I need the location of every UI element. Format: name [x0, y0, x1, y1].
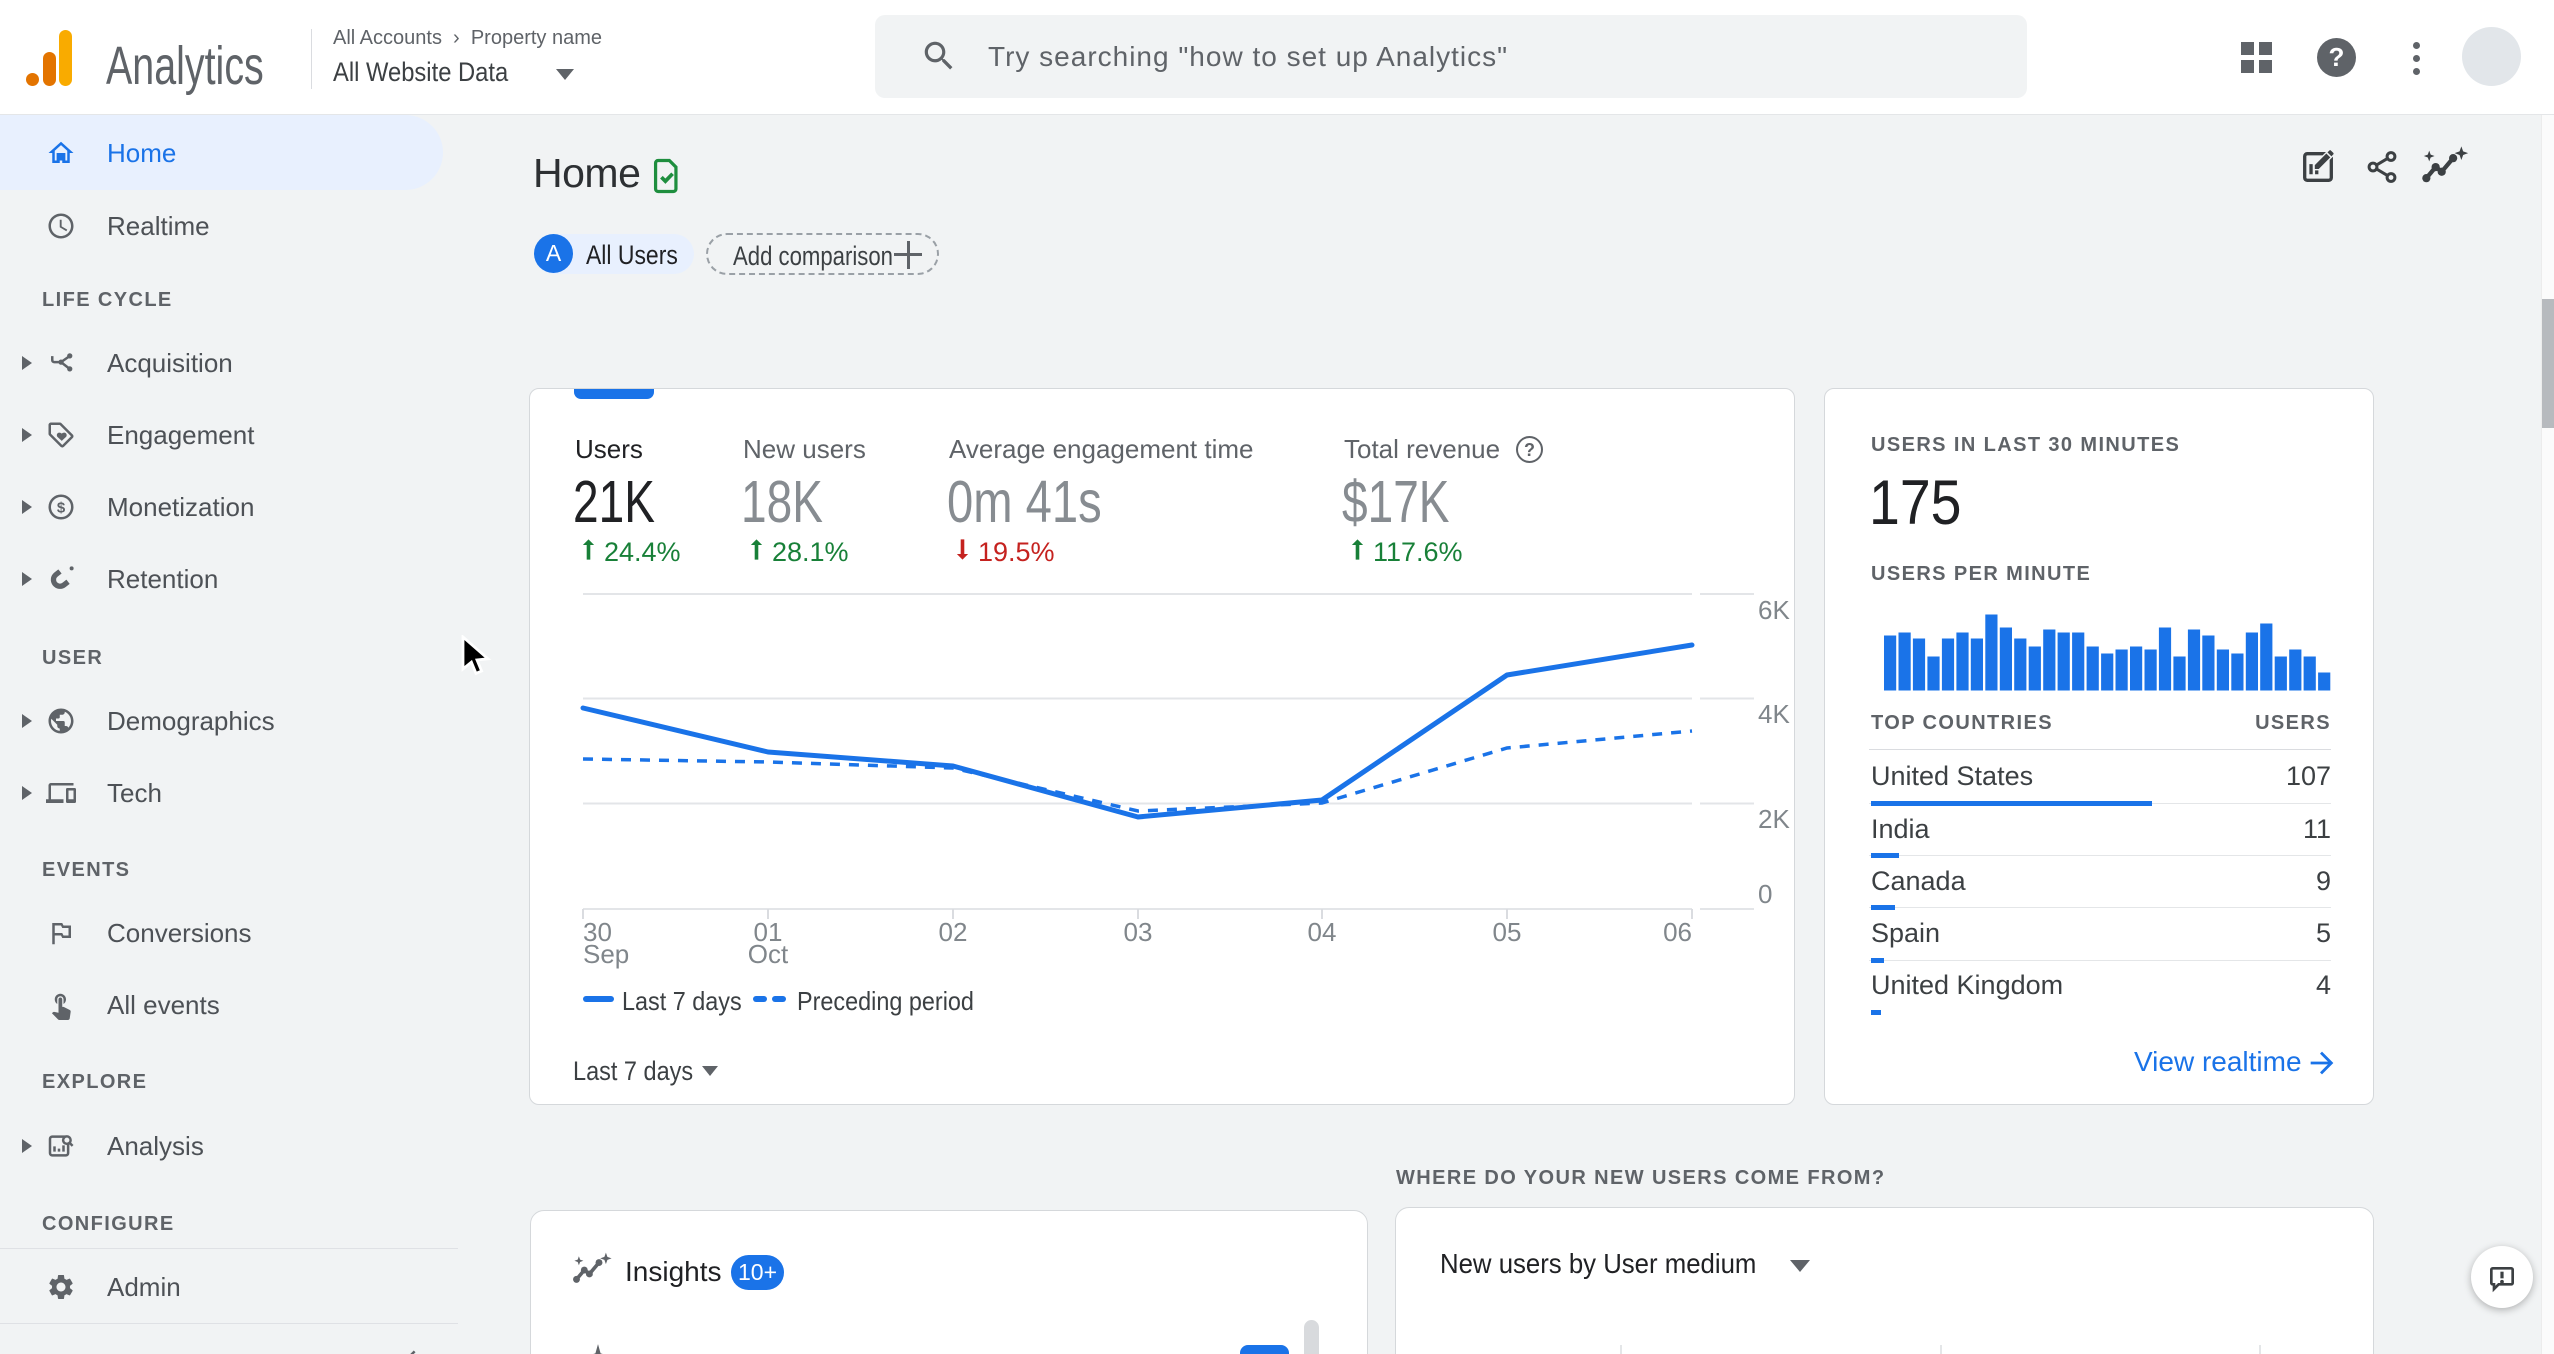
svg-text:6K: 6K [1758, 595, 1790, 625]
svg-text:Sep: Sep [583, 939, 629, 969]
svg-text:0: 0 [1758, 879, 1772, 909]
svg-text:03: 03 [1124, 917, 1153, 947]
svg-text:04: 04 [1308, 917, 1337, 947]
svg-text:06: 06 [1663, 917, 1692, 947]
svg-text:$: $ [57, 499, 66, 516]
svg-text:05: 05 [1493, 917, 1522, 947]
svg-text:2K: 2K [1758, 804, 1790, 834]
svg-text:Oct: Oct [748, 939, 789, 969]
svg-text:4K: 4K [1758, 699, 1790, 729]
svg-text:02: 02 [939, 917, 968, 947]
